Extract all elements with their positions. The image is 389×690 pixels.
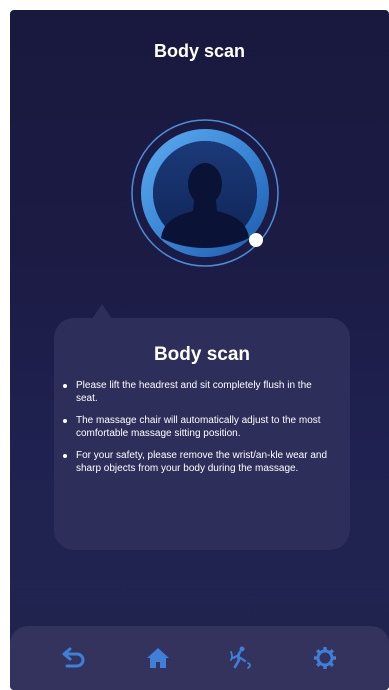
- bottom-nav-bar: [10, 626, 389, 690]
- card-title: Body scan: [153, 344, 251, 365]
- page-title: Body scan: [153, 41, 246, 61]
- instruction-list: Please lift the headrest and sit complet…: [54, 380, 350, 475]
- back-button[interactable]: [54, 638, 94, 678]
- home-button[interactable]: [138, 638, 178, 678]
- app-screen: Body scan Body scan Please lift the head…: [10, 10, 389, 690]
- instruction-item: Please lift the headrest and sit complet…: [63, 380, 336, 405]
- back-arrow-icon: [62, 647, 85, 668]
- progress-dot[interactable]: [249, 233, 263, 247]
- instruction-item: The massage chair will automatically adj…: [63, 415, 336, 440]
- massage-mode-button[interactable]: [221, 638, 261, 678]
- home-icon: [146, 648, 169, 668]
- massage-person-icon: [230, 646, 252, 669]
- instruction-item: For your safety, please remove the wrist…: [63, 450, 336, 475]
- body-scan-indicator: [129, 108, 281, 278]
- info-card: Body scan Please lift the headrest and s…: [54, 304, 350, 550]
- gear-icon: [314, 647, 337, 669]
- settings-button[interactable]: [305, 638, 345, 678]
